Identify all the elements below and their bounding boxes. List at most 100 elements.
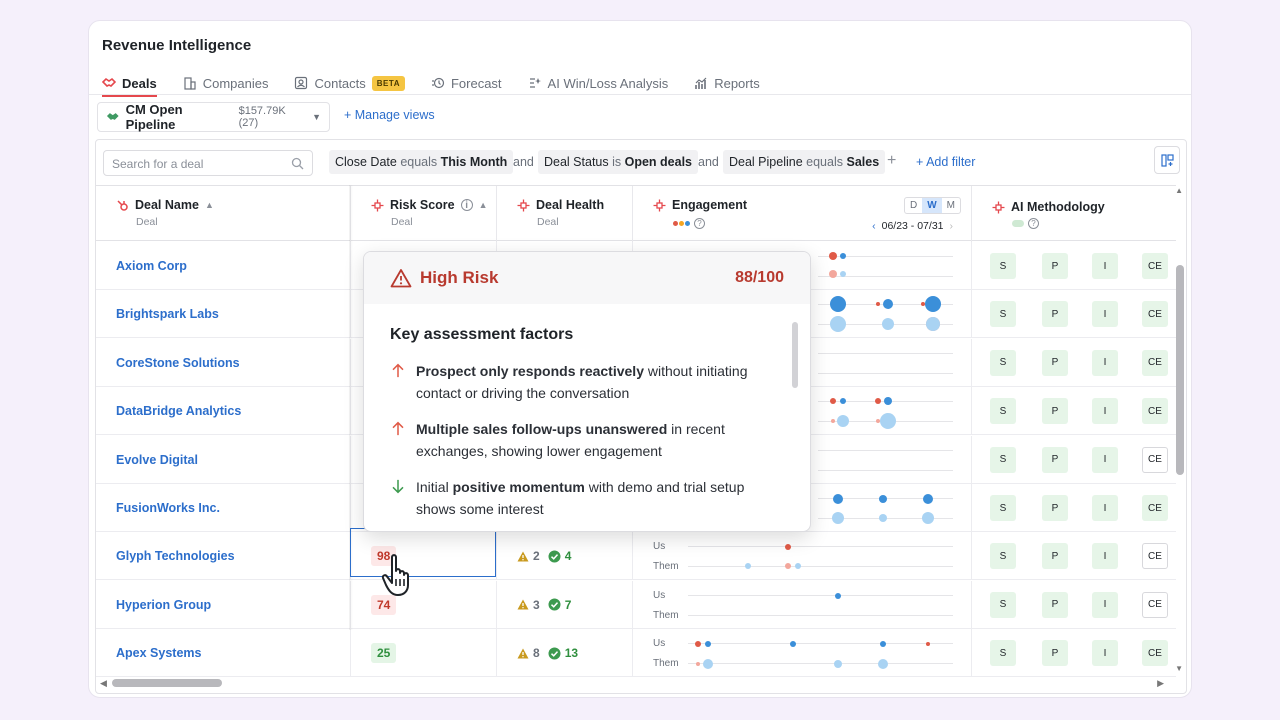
engagement-dot[interactable] (785, 544, 791, 551)
engagement-dot[interactable] (830, 296, 846, 313)
risk-score-badge[interactable]: 25 (371, 643, 397, 664)
chevron-left-icon[interactable]: ‹ (872, 220, 876, 232)
sort-icon[interactable]: ▲ (205, 200, 214, 210)
help-icon[interactable]: ? (1028, 218, 1039, 229)
engagement-dot[interactable] (880, 641, 886, 648)
engagement-dot[interactable] (829, 252, 837, 260)
methodology-badge-s[interactable]: S (990, 301, 1016, 328)
period-m[interactable]: M (942, 198, 960, 213)
plus-icon[interactable]: + (887, 152, 896, 170)
column-layout-button[interactable] (1154, 146, 1180, 174)
engagement-dot[interactable] (882, 318, 894, 331)
methodology-badge-s[interactable]: S (990, 495, 1016, 521)
engagement-dot[interactable] (696, 662, 700, 667)
methodology-badge-s[interactable]: S (990, 398, 1016, 425)
deal-name-link[interactable]: CoreStone Solutions (116, 356, 240, 370)
methodology-badge-s[interactable]: S (990, 446, 1016, 473)
methodology-badge-ce[interactable]: CE (1142, 301, 1168, 328)
methodology-badge-p[interactable]: P (1042, 398, 1068, 425)
filter-chip-deal-status[interactable]: Deal Status is Open deals (538, 150, 699, 174)
engagement-dot[interactable] (878, 659, 888, 670)
engagement-dot[interactable] (875, 398, 881, 405)
engagement-dot[interactable] (923, 494, 933, 504)
engagement-dot[interactable] (876, 302, 880, 307)
scroll-right-icon[interactable]: ▶ (1157, 678, 1164, 689)
methodology-badge-p[interactable]: P (1042, 446, 1068, 473)
methodology-badge-p[interactable]: P (1042, 543, 1068, 570)
help-icon[interactable]: ? (694, 218, 705, 229)
engagement-dot[interactable] (834, 660, 842, 669)
deal-health-summary[interactable]: 8 13 (517, 646, 578, 660)
scroll-down-icon[interactable]: ▼ (1175, 664, 1183, 673)
methodology-badge-ce[interactable]: CE (1142, 640, 1168, 667)
risk-score-badge[interactable]: 74 (371, 594, 397, 615)
deal-name-link[interactable]: Glyph Technologies (116, 549, 235, 563)
engagement-dot[interactable] (840, 271, 846, 277)
engagement-dot[interactable] (835, 592, 841, 599)
deal-name-link[interactable]: Apex Systems (116, 646, 201, 660)
filter-chip-deal-pipeline[interactable]: Deal Pipeline equals Sales (723, 150, 886, 174)
engagement-dot[interactable] (829, 270, 837, 278)
engagement-dot[interactable] (695, 641, 701, 648)
deal-name-link[interactable]: DataBridge Analytics (116, 404, 241, 418)
engagement-dot[interactable] (922, 512, 934, 524)
engagement-dot[interactable] (884, 397, 892, 406)
engagement-dot[interactable] (830, 398, 836, 405)
engagement-dot[interactable] (745, 563, 751, 570)
tab-ai-win-loss[interactable]: AI Win/Loss Analysis (528, 71, 668, 95)
engagement-dot[interactable] (703, 659, 713, 670)
engagement-dot[interactable] (926, 317, 940, 332)
horizontal-scrollbar[interactable] (112, 679, 222, 687)
deal-name-link[interactable]: Hyperion Group (116, 598, 211, 612)
chevron-right-icon[interactable]: › (950, 220, 954, 232)
engagement-dot[interactable] (830, 316, 846, 333)
methodology-badge-s[interactable]: S (990, 591, 1016, 618)
engagement-dot[interactable] (831, 419, 835, 424)
methodology-badge-p[interactable]: P (1042, 301, 1068, 328)
engagement-dot[interactable] (837, 415, 849, 428)
engagement-dot[interactable] (880, 413, 896, 430)
deal-name-link[interactable]: Evolve Digital (116, 453, 198, 467)
sort-icon[interactable]: ▲ (479, 200, 488, 210)
methodology-badge-i[interactable]: I (1092, 349, 1118, 376)
deal-health-summary[interactable]: 3 7 (517, 598, 571, 612)
table-row[interactable]: Glyph Technologies 98 2 4 Us Them S P I CE (96, 532, 1176, 581)
engagement-dot[interactable] (925, 296, 941, 313)
deal-health-summary[interactable]: 2 4 (517, 549, 571, 563)
engagement-dot[interactable] (795, 563, 801, 570)
engagement-dot[interactable] (790, 641, 796, 648)
table-row[interactable]: Apex Systems 25 8 13 Us Them S P I CE (96, 629, 1176, 678)
engagement-dot[interactable] (785, 563, 791, 570)
methodology-badge-p[interactable]: P (1042, 495, 1068, 521)
vertical-scrollbar[interactable] (1176, 265, 1184, 475)
methodology-badge-i[interactable]: I (1092, 398, 1118, 425)
engagement-dot[interactable] (883, 299, 893, 310)
search-input[interactable]: Search for a deal (103, 150, 313, 176)
period-w[interactable]: W (922, 198, 942, 213)
filter-chip-close-date[interactable]: Close Date equals This Month (329, 150, 514, 174)
scroll-up-icon[interactable]: ▲ (1175, 186, 1183, 195)
deal-name-link[interactable]: Axiom Corp (116, 259, 187, 273)
methodology-badge-p[interactable]: P (1042, 253, 1068, 279)
methodology-badge-ce[interactable]: CE (1142, 591, 1168, 618)
engagement-dot[interactable] (832, 512, 844, 524)
deal-name-link[interactable]: FusionWorks Inc. (116, 501, 220, 515)
methodology-badge-s[interactable]: S (990, 640, 1016, 667)
methodology-badge-p[interactable]: P (1042, 349, 1068, 376)
tab-reports[interactable]: Reports (694, 71, 760, 95)
tab-forecast[interactable]: Forecast (431, 71, 502, 95)
popover-scrollbar[interactable] (792, 322, 798, 388)
methodology-badge-i[interactable]: I (1092, 640, 1118, 667)
col-engagement[interactable]: Engagement ? D W M ‹ 06/23 - 07/31 › (633, 186, 972, 242)
methodology-badge-p[interactable]: P (1042, 640, 1068, 667)
cell-risk-score[interactable]: 25 (351, 629, 497, 678)
col-deal-health[interactable]: Deal Health Deal (497, 186, 633, 242)
tab-contacts[interactable]: Contacts BETA (294, 71, 405, 95)
manage-views-link[interactable]: + Manage views (344, 108, 435, 122)
pipeline-view-select[interactable]: CM Open Pipeline $157.79K (27) ▼ (97, 102, 330, 132)
methodology-badge-ce[interactable]: CE (1142, 543, 1168, 570)
selected-cell[interactable] (350, 528, 496, 577)
methodology-badge-p[interactable]: P (1042, 591, 1068, 618)
methodology-badge-i[interactable]: I (1092, 591, 1118, 618)
engagement-dot[interactable] (926, 642, 930, 647)
